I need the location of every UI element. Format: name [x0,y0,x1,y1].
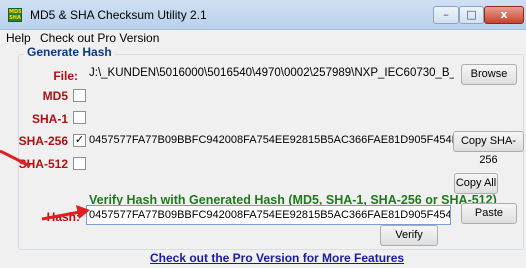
file-path-field[interactable]: J:\_KUNDEN\5016000\5016540\4970\0002\257… [89,67,454,85]
window-title: MD5 & SHA Checksum Utility 2.1 [30,8,207,22]
title-bar[interactable]: MD5 SHA MD5 & SHA Checksum Utility 2.1 –… [0,0,526,30]
copy-sha256-button[interactable]: Copy SHA-256 [453,131,524,166]
browse-button[interactable]: Browse [461,64,517,85]
maximize-button[interactable]: □ [459,6,484,24]
generate-hash-legend: Generate Hash [24,45,115,59]
md5-checkbox[interactable] [73,89,86,102]
sha256-value: 0457577FA77B09BBFC942008FA754EE92815B5AC… [89,134,502,146]
pro-version-link[interactable]: Check out the Pro Version for More Featu… [150,251,404,265]
sha1-checkbox[interactable] [73,111,86,124]
md5-label: MD5 [42,89,68,103]
close-button[interactable]: x [484,6,524,24]
menu-help[interactable]: Help [6,31,31,45]
file-label: File: [53,69,78,83]
app-icon: MD5 SHA [8,8,22,22]
minimize-button[interactable]: – [433,6,459,24]
paste-button[interactable]: Paste [461,203,517,224]
sha1-label: SHA-1 [31,112,68,126]
menu-pro-version[interactable]: Check out Pro Version [40,31,159,45]
hash-label: Hash: [46,210,80,224]
hash-input[interactable]: 0457577FA77B09BBFC942008FA754EE92815B5AC… [86,205,451,225]
sha256-checkbox[interactable]: ✓ [73,134,86,147]
copy-all-button[interactable]: Copy All [454,173,498,194]
verify-button[interactable]: Verify [380,225,438,246]
app-window: MD5 SHA MD5 & SHA Checksum Utility 2.1 –… [0,0,526,268]
sha256-label: SHA-256 [18,134,68,148]
sha512-checkbox[interactable] [73,157,86,170]
sha512-label: SHA-512 [18,157,68,171]
